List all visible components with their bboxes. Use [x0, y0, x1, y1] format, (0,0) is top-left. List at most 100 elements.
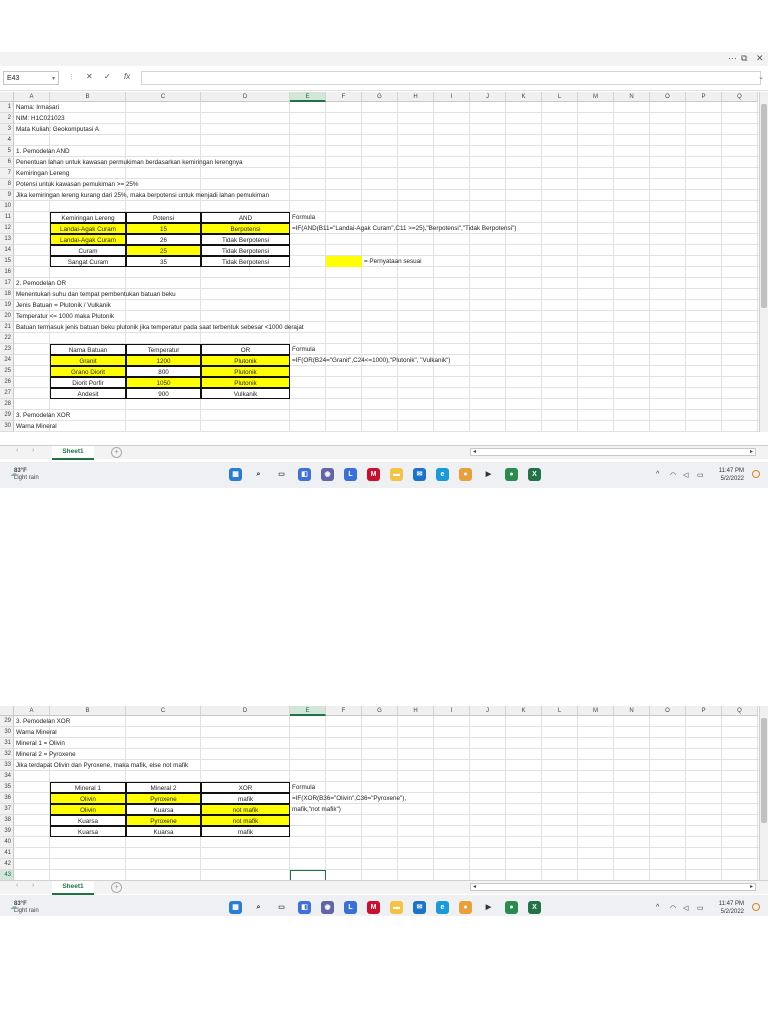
- row-header[interactable]: 20: [0, 311, 14, 322]
- table-cell[interactable]: Pyroxene: [126, 793, 201, 804]
- battery-icon[interactable]: ▭: [697, 904, 704, 912]
- column-header-q[interactable]: Q: [722, 706, 758, 716]
- table-cell[interactable]: 1050: [126, 377, 201, 388]
- table-cell[interactable]: not mafik: [201, 804, 290, 815]
- next-sheet-icon[interactable]: ›: [32, 882, 34, 889]
- table-cell[interactable]: not mafik: [201, 815, 290, 826]
- row-header[interactable]: 19: [0, 300, 14, 311]
- app-l-icon[interactable]: L: [344, 901, 357, 914]
- mcafee-icon[interactable]: M: [367, 901, 380, 914]
- table-cell[interactable]: AND: [201, 212, 290, 223]
- chrome-canary-icon[interactable]: ●: [459, 901, 472, 914]
- table-cell[interactable]: Potensi untuk kawasan pemukiman >= 25%: [14, 179, 139, 190]
- row-header[interactable]: 4: [0, 135, 14, 146]
- weather-widget[interactable]: ☁ 83°F Light rain: [10, 901, 39, 915]
- table-cell[interactable]: 1200: [126, 355, 201, 366]
- column-header-g[interactable]: G: [362, 92, 398, 102]
- search-icon[interactable]: ⌕: [252, 468, 265, 481]
- row-header[interactable]: 41: [0, 848, 14, 859]
- row-header[interactable]: 18: [0, 289, 14, 300]
- table-cell[interactable]: 3. Pemodelan XOR: [14, 410, 70, 421]
- row-header[interactable]: 24: [0, 355, 14, 366]
- notification-icon[interactable]: [752, 903, 760, 911]
- column-header-d[interactable]: D: [201, 92, 290, 102]
- column-header-h[interactable]: H: [398, 706, 434, 716]
- expand-formula-icon[interactable]: ⌄: [758, 73, 764, 81]
- media-icon[interactable]: ▶: [482, 468, 495, 481]
- windows-start-icon[interactable]: ▦: [229, 901, 242, 914]
- table-cell[interactable]: XOR: [201, 782, 290, 793]
- windows-start-icon[interactable]: ▦: [229, 468, 242, 481]
- table-cell[interactable]: 900: [126, 388, 201, 399]
- table-cell[interactable]: Jika kemiringan lereng kurang dari 25%, …: [14, 190, 269, 201]
- table-cell[interactable]: Potensi: [126, 212, 201, 223]
- row-header[interactable]: 16: [0, 267, 14, 278]
- row-header[interactable]: 38: [0, 815, 14, 826]
- table-cell[interactable]: Batuan termasuk jenis batuan beku pluton…: [14, 322, 304, 333]
- table-cell[interactable]: Sangat Curam: [50, 256, 126, 267]
- column-header-l[interactable]: L: [542, 92, 578, 102]
- chevron-down-icon[interactable]: ▾: [52, 72, 55, 86]
- table-cell[interactable]: 26: [126, 234, 201, 245]
- row-header[interactable]: 34: [0, 771, 14, 782]
- column-header-l[interactable]: L: [542, 706, 578, 716]
- speaker-icon[interactable]: ◁: [683, 471, 688, 479]
- edge-icon[interactable]: e: [436, 901, 449, 914]
- drag-handle-icon[interactable]: ⋮: [68, 73, 75, 81]
- table-cell[interactable]: Jika terdapat Olivin dan Pyroxene, maka …: [14, 760, 188, 771]
- table-cell[interactable]: mafik: [201, 826, 290, 837]
- file-explorer-icon[interactable]: ▬: [390, 901, 403, 914]
- column-header-m[interactable]: M: [578, 92, 614, 102]
- select-all-corner[interactable]: [0, 706, 14, 716]
- table-cell[interactable]: Pyroxene: [126, 815, 201, 826]
- table-cell[interactable]: Nama Batuan: [50, 344, 126, 355]
- select-all-corner[interactable]: [0, 92, 14, 102]
- edge-icon[interactable]: e: [436, 468, 449, 481]
- table-cell[interactable]: Landai-Agak Curam: [50, 223, 126, 234]
- clock[interactable]: 11:47 PM 5/2/2022: [719, 467, 744, 483]
- table-cell[interactable]: OR: [201, 344, 290, 355]
- table-cell[interactable]: =IF(XOR(B36="Olivin",C36="Pyroxene"),: [290, 793, 406, 804]
- mail-icon[interactable]: ✉: [413, 468, 426, 481]
- column-header-o[interactable]: O: [650, 92, 686, 102]
- column-header-p[interactable]: P: [686, 706, 722, 716]
- table-cell[interactable]: Plutonik: [201, 377, 290, 388]
- table-cell[interactable]: Plutonik: [201, 366, 290, 377]
- row-header[interactable]: 17: [0, 278, 14, 289]
- table-cell[interactable]: Kuarsa: [126, 804, 201, 815]
- column-header-b[interactable]: B: [50, 706, 126, 716]
- table-cell[interactable]: Kuarsa: [126, 826, 201, 837]
- row-header[interactable]: 40: [0, 837, 14, 848]
- row-header[interactable]: 12: [0, 223, 14, 234]
- column-header-b[interactable]: B: [50, 92, 126, 102]
- table-cell[interactable]: Warna Mineral: [14, 727, 57, 738]
- table-cell[interactable]: Kemiringan Lereng: [50, 212, 126, 223]
- column-header-p[interactable]: P: [686, 92, 722, 102]
- column-header-n[interactable]: N: [614, 92, 650, 102]
- column-header-n[interactable]: N: [614, 706, 650, 716]
- prev-sheet-icon[interactable]: ‹: [16, 882, 18, 889]
- table-cell[interactable]: Menentukan suhu dan tempat pembentukan b…: [14, 289, 176, 300]
- row-header[interactable]: 21: [0, 322, 14, 333]
- column-header-c[interactable]: C: [126, 706, 201, 716]
- column-header-c[interactable]: C: [126, 92, 201, 102]
- table-cell[interactable]: Berpotensi: [201, 223, 290, 234]
- scroll-left-icon[interactable]: ◂: [473, 448, 476, 455]
- task-view-icon[interactable]: ▭: [275, 901, 288, 914]
- table-cell[interactable]: Formula: [290, 782, 315, 793]
- wifi-icon[interactable]: ◠: [670, 471, 676, 479]
- app-l-icon[interactable]: L: [344, 468, 357, 481]
- column-header-j[interactable]: J: [470, 706, 506, 716]
- add-sheet-icon[interactable]: +: [111, 882, 122, 893]
- table-cell[interactable]: =IF(AND(B11="Landai-Agak Curam",C11 >=25…: [290, 223, 516, 234]
- scroll-right-icon[interactable]: ▸: [750, 448, 753, 455]
- column-header-e[interactable]: E: [290, 92, 326, 102]
- table-cell[interactable]: Mineral 1 = Olivin: [14, 738, 65, 749]
- column-header-i[interactable]: I: [434, 92, 470, 102]
- excel-icon[interactable]: X: [528, 901, 541, 914]
- column-header-g[interactable]: G: [362, 706, 398, 716]
- table-cell[interactable]: mafik,"not mafik"): [290, 804, 341, 815]
- row-header[interactable]: 1: [0, 102, 14, 113]
- table-cell[interactable]: Granit: [50, 355, 126, 366]
- table-cell[interactable]: NIM: H1C021023: [14, 113, 65, 124]
